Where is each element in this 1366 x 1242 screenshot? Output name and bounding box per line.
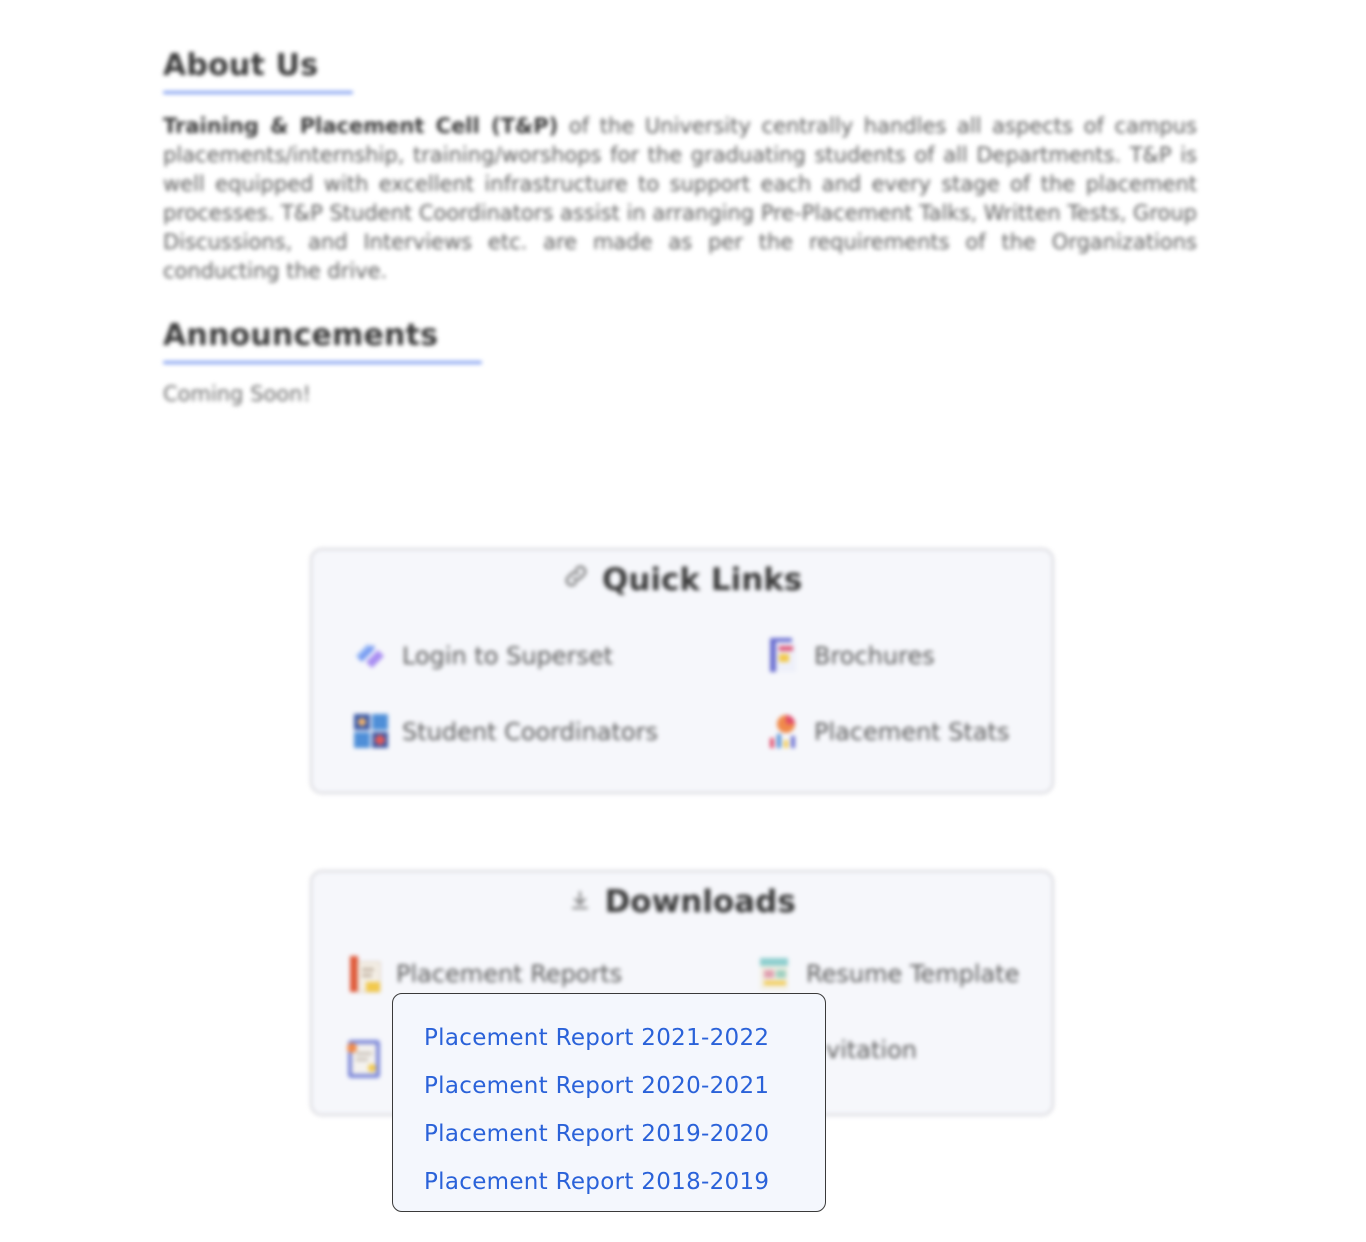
brochure-icon [764,636,804,676]
about-heading-wrap: About Us [163,48,353,94]
download-icon [568,890,600,918]
quick-link-brochures-label: Brochures [814,642,935,670]
quick-links-title-row: Quick Links [312,562,1052,598]
about-underline [163,91,353,94]
coordinators-icon [352,712,392,752]
about-body: of the University centrally handles all … [163,114,1197,283]
announcements-heading: Announcements [163,318,439,353]
page: About Us Training & Placement Cell (T&P)… [0,0,1366,1242]
download-placement-reports[interactable]: Placement Reports [346,954,622,994]
about-lead-bold: Training & Placement Cell (T&P) [163,114,559,138]
announcements-heading-wrap: Announcements [163,318,482,364]
quick-links-title: Quick Links [602,562,803,598]
quick-link-coordinators-label: Student Coordinators [402,718,658,746]
quick-link-superset[interactable]: Login to Superset [352,636,613,676]
stats-chart-icon [764,712,804,752]
download-resume-template[interactable]: Resume Template [756,954,1019,994]
about-section: About Us Training & Placement Cell (T&P)… [163,48,1197,286]
download-item-3[interactable] [342,1036,392,1078]
report-icon [346,954,386,994]
clipboard-icon [342,1036,382,1078]
announcements-underline [163,361,482,364]
quick-link-coordinators[interactable]: Student Coordinators [352,712,658,752]
quick-link-brochures[interactable]: Brochures [764,636,935,676]
dropdown-item-report-2020-2021[interactable]: Placement Report 2020-2021 [424,1062,825,1110]
download-item-4[interactable]: vitation [826,1036,917,1064]
announcements-text: Coming Soon! [163,382,311,406]
dropdown-item-report-2019-2020[interactable]: Placement Report 2019-2020 [424,1110,825,1158]
download-placement-reports-label: Placement Reports [396,960,623,988]
link-icon [562,565,598,596]
placement-reports-dropdown: Placement Report 2021-2022 Placement Rep… [392,993,826,1212]
download-item-4-label: vitation [826,1036,917,1064]
downloads-title-row: Downloads [312,884,1052,920]
downloads-title: Downloads [604,884,796,920]
quick-link-stats[interactable]: Placement Stats [764,712,1009,752]
quick-links-card: Quick Links Login to Superset Brochures … [310,548,1054,794]
announcements-section: Announcements Coming Soon! [163,318,1197,406]
dropdown-item-report-2018-2019[interactable]: Placement Report 2018-2019 [424,1158,825,1206]
about-text: Training & Placement Cell (T&P) of the U… [163,112,1197,286]
superset-logo-icon [352,636,392,676]
download-resume-template-label: Resume Template [806,960,1020,988]
dropdown-item-report-2021-2022[interactable]: Placement Report 2021-2022 [424,1014,825,1062]
quick-link-superset-label: Login to Superset [402,642,614,670]
resume-icon [756,954,796,994]
about-heading: About Us [163,48,319,83]
quick-link-stats-label: Placement Stats [814,718,1010,746]
